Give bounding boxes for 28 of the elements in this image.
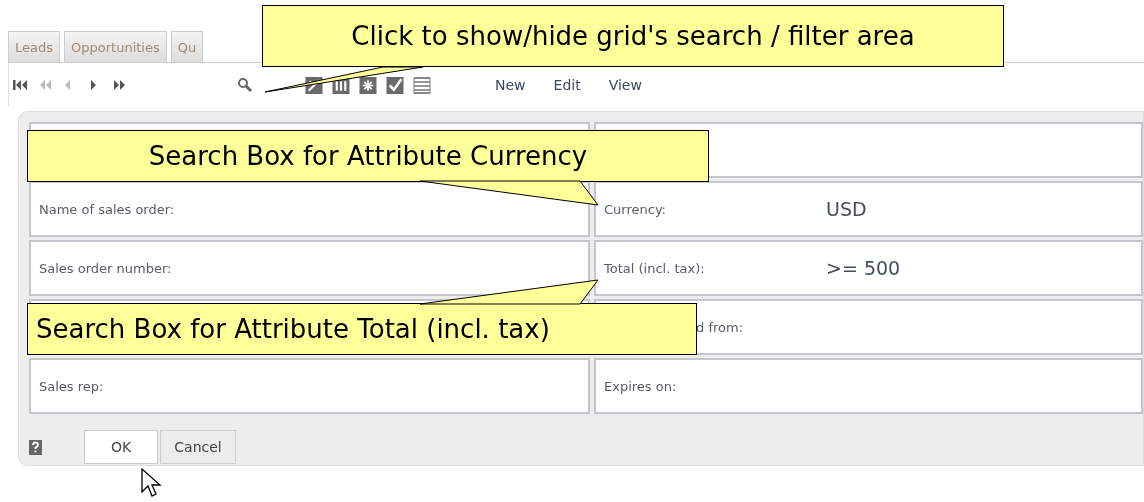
menu-item[interactable]: Edit [553,77,581,93]
help-icon[interactable] [29,439,42,455]
field-label: d from: [696,319,745,335]
fast-forward-icon[interactable] [113,78,128,92]
checkbox-icon[interactable] [386,76,404,94]
field-label: Expires on: [604,378,678,394]
search-field[interactable]: Name of sales order: [29,181,590,237]
search-icon[interactable] [237,77,253,93]
asterisk-icon[interactable] [359,76,377,94]
field-label: Currency: [604,201,667,217]
menu-item[interactable]: New [495,77,526,93]
search-field[interactable]: Currency: USD [594,181,1143,237]
menu-item[interactable]: View [608,77,642,93]
field-label: Name of sales order: [39,201,176,217]
search-field[interactable]: Total (incl. tax): >= 500 [594,240,1143,296]
cancel-button[interactable]: Cancel [160,430,236,464]
cursor-icon [141,468,163,500]
field-label: Sales rep: [39,378,105,394]
field-label: Total (incl. tax): [604,260,706,276]
ok-button[interactable]: OK [84,430,158,464]
search-field[interactable]: Sales rep: [29,358,590,414]
field-value: >= 500 [826,257,901,279]
list-icon[interactable] [413,76,431,94]
field-label: Sales order number: [39,260,173,276]
search-field[interactable]: Expires on: [594,358,1143,414]
first-page-icon[interactable] [13,78,28,92]
field-value: USD [826,198,867,220]
search-field[interactable]: Sales order number: [29,240,590,296]
